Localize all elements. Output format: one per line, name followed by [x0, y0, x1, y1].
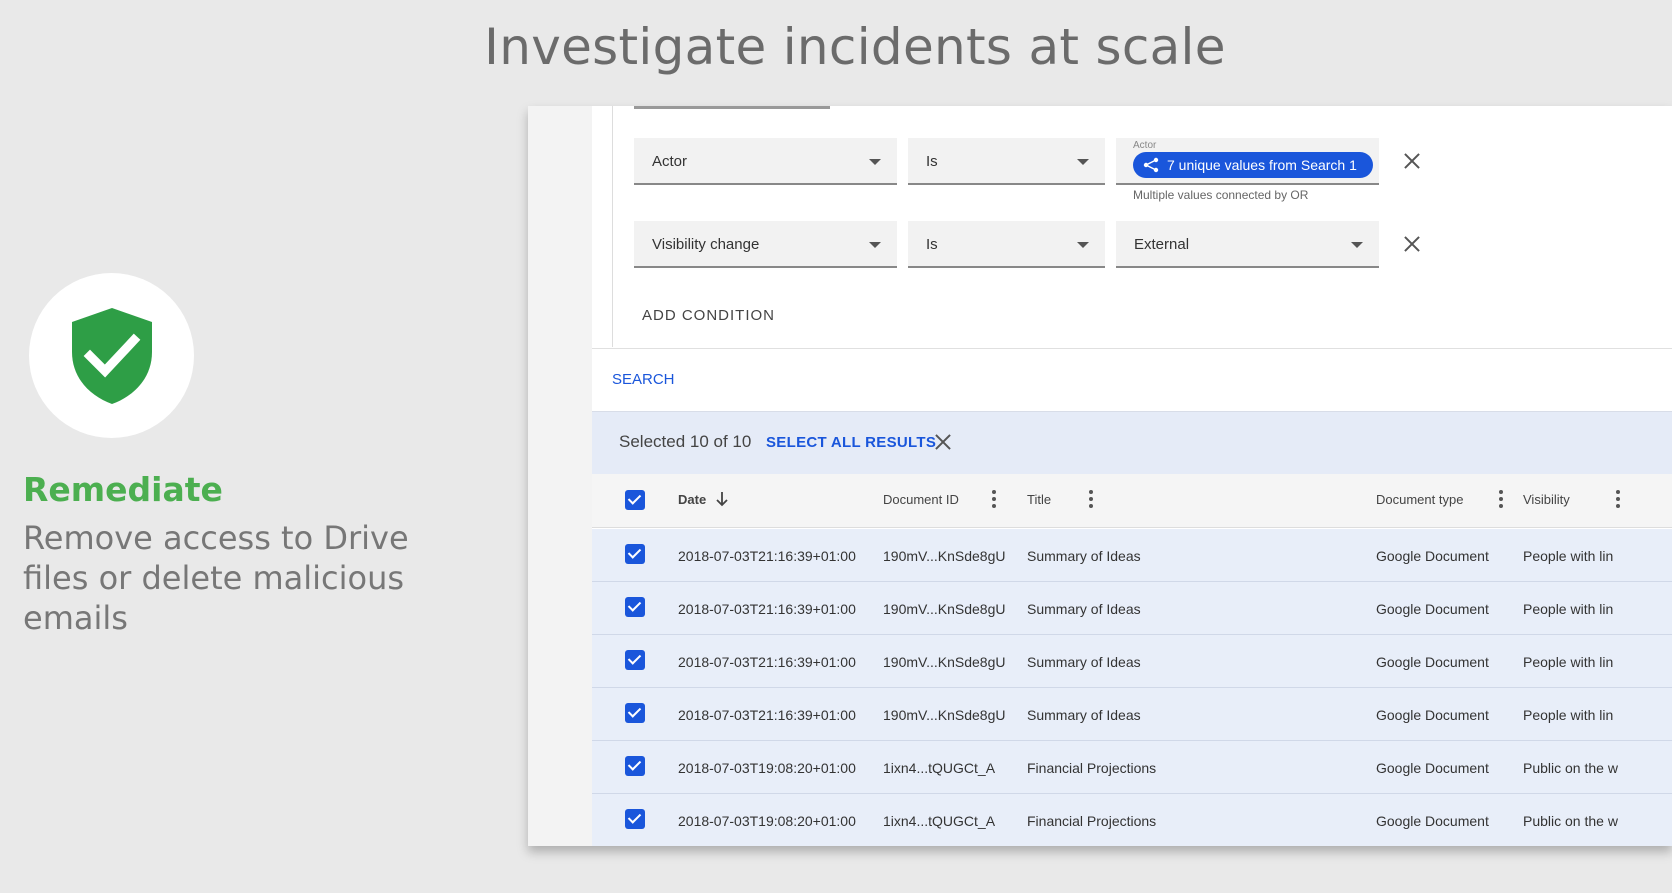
condition-1-helper: Multiple values connected by OR — [1133, 188, 1309, 202]
column-header-document-id[interactable]: Document ID — [883, 492, 959, 507]
table-row[interactable]: 2018-07-03T21:16:39+01:00 190mV...KnSde8… — [592, 582, 1672, 635]
table-row[interactable]: 2018-07-03T21:16:39+01:00 190mV...KnSde8… — [592, 688, 1672, 741]
select-all-results-button[interactable]: SELECT ALL RESULTS — [766, 434, 936, 451]
condition-2-value: External — [1134, 236, 1190, 253]
values-chip-label: 7 unique values from Search 1 — [1167, 157, 1357, 173]
cell-title: Summary of Ideas — [1027, 654, 1141, 670]
clear-selection-close-icon[interactable] — [932, 432, 954, 454]
cell-visibility: People with lin — [1523, 707, 1614, 723]
more-vert-icon[interactable] — [1616, 490, 1620, 508]
row-checkbox[interactable] — [625, 650, 645, 670]
select-all-checkbox[interactable] — [625, 490, 645, 510]
shield-badge — [29, 273, 194, 438]
table-row[interactable]: 2018-07-03T19:08:20+01:00 1ixn4...tQUGCt… — [592, 794, 1672, 846]
add-condition-button[interactable]: ADD CONDITION — [642, 307, 775, 324]
investigation-panel: Actor Is Actor 7 unique values from Sear… — [528, 106, 1672, 846]
chevron-down-icon — [869, 242, 881, 248]
tab-indicator — [634, 106, 830, 109]
chevron-down-icon — [1077, 242, 1089, 248]
column-header-visibility[interactable]: Visibility — [1523, 492, 1570, 507]
shield-check-icon — [71, 307, 152, 404]
condition-2-field-value: Visibility change — [652, 236, 760, 253]
condition-1-value-field[interactable]: Actor 7 unique values from Search 1 — [1116, 138, 1379, 185]
chevron-down-icon — [1077, 159, 1089, 165]
cell-document-id: 190mV...KnSde8gU — [883, 654, 1006, 670]
condition-2-value-dropdown[interactable]: External — [1116, 221, 1379, 268]
condition-1-operator-dropdown[interactable]: Is — [908, 138, 1105, 185]
cell-title: Summary of Ideas — [1027, 548, 1141, 564]
cell-title: Financial Projections — [1027, 813, 1157, 829]
cell-date: 2018-07-03T21:16:39+01:00 — [678, 707, 856, 723]
row-checkbox[interactable] — [625, 597, 645, 617]
cell-document-type: Google Document — [1376, 707, 1489, 723]
headline: Investigate incidents at scale — [484, 18, 1226, 76]
condition-1-field-value: Actor — [652, 153, 688, 170]
promo-title: Remediate — [23, 470, 223, 509]
cell-date: 2018-07-03T19:08:20+01:00 — [678, 813, 856, 829]
search-button[interactable]: SEARCH — [612, 371, 675, 388]
cell-document-id: 190mV...KnSde8gU — [883, 601, 1006, 617]
cell-document-id: 1ixn4...tQUGCt_A — [883, 813, 996, 829]
cell-visibility: Public on the w — [1523, 760, 1618, 776]
gutter-divider — [612, 106, 613, 347]
cell-document-type: Google Document — [1376, 548, 1489, 564]
cell-visibility: People with lin — [1523, 601, 1614, 617]
more-vert-icon[interactable] — [1089, 490, 1093, 508]
cell-visibility: People with lin — [1523, 654, 1614, 670]
selection-count: Selected 10 of 10 — [619, 432, 752, 451]
remove-condition-2-close-icon[interactable] — [1401, 234, 1423, 256]
condition-2-field-dropdown[interactable]: Visibility change — [634, 221, 897, 268]
promo-text: Remove access to Drive files or delete m… — [23, 519, 409, 637]
left-gutter — [528, 106, 592, 846]
column-header-document-type[interactable]: Document type — [1376, 492, 1463, 507]
cell-title: Summary of Ideas — [1027, 601, 1141, 617]
cell-document-type: Google Document — [1376, 760, 1489, 776]
chevron-down-icon — [1351, 242, 1363, 248]
remove-condition-1-close-icon[interactable] — [1401, 151, 1423, 173]
row-checkbox[interactable] — [625, 703, 645, 723]
cell-document-type: Google Document — [1376, 601, 1489, 617]
row-checkbox[interactable] — [625, 544, 645, 564]
row-checkbox[interactable] — [625, 809, 645, 829]
condition-1-operator-value: Is — [926, 153, 938, 170]
more-vert-icon[interactable] — [1499, 490, 1503, 508]
cell-date: 2018-07-03T21:16:39+01:00 — [678, 654, 856, 670]
cell-visibility: Public on the w — [1523, 813, 1618, 829]
cell-document-id: 190mV...KnSde8gU — [883, 548, 1006, 564]
table-row[interactable]: 2018-07-03T19:08:20+01:00 1ixn4...tQUGCt… — [592, 741, 1672, 794]
column-header-date[interactable]: Date — [678, 492, 706, 507]
table-header: Date Document ID Title Document type Vis… — [592, 474, 1672, 528]
cell-document-type: Google Document — [1376, 813, 1489, 829]
condition-1-field-dropdown[interactable]: Actor — [634, 138, 897, 185]
arrow-down-icon[interactable] — [715, 491, 729, 507]
cell-title: Summary of Ideas — [1027, 707, 1141, 723]
table-row[interactable]: 2018-07-03T21:16:39+01:00 190mV...KnSde8… — [592, 635, 1672, 688]
table-row[interactable]: 2018-07-03T21:16:39+01:00 190mV...KnSde8… — [592, 529, 1672, 582]
values-chip[interactable]: 7 unique values from Search 1 — [1133, 152, 1373, 178]
cell-date: 2018-07-03T21:16:39+01:00 — [678, 601, 856, 617]
cell-title: Financial Projections — [1027, 760, 1157, 776]
cell-document-type: Google Document — [1376, 654, 1489, 670]
condition-2-operator-value: Is — [926, 236, 938, 253]
cell-document-id: 190mV...KnSde8gU — [883, 707, 1006, 723]
selection-bar: Selected 10 of 10 SELECT ALL RESULTS — [592, 411, 1672, 475]
chevron-down-icon — [869, 159, 881, 165]
condition-2-operator-dropdown[interactable]: Is — [908, 221, 1105, 268]
row-checkbox[interactable] — [625, 756, 645, 776]
cell-date: 2018-07-03T19:08:20+01:00 — [678, 760, 856, 776]
cell-date: 2018-07-03T21:16:39+01:00 — [678, 548, 856, 564]
cell-visibility: People with lin — [1523, 548, 1614, 564]
divider — [592, 348, 1672, 349]
share-icon — [1143, 157, 1159, 173]
column-header-title[interactable]: Title — [1027, 492, 1051, 507]
condition-1-value-label: Actor — [1133, 140, 1157, 151]
more-vert-icon[interactable] — [992, 490, 996, 508]
cell-document-id: 1ixn4...tQUGCt_A — [883, 760, 996, 776]
